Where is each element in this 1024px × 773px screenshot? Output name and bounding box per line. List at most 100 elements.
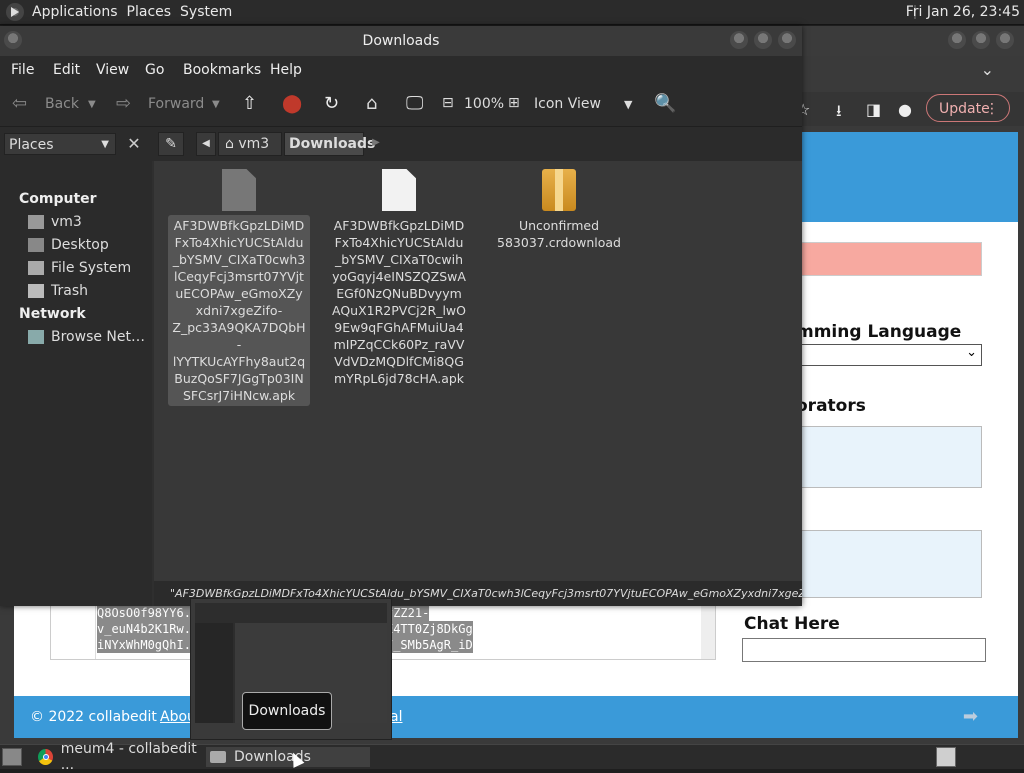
window-title: Downloads: [362, 33, 440, 49]
trash-icon: [28, 284, 44, 298]
menu-edit[interactable]: Edit: [53, 62, 80, 78]
computer-icon[interactable]: 🖵: [406, 93, 423, 114]
search-icon[interactable]: 🔍: [654, 93, 676, 114]
editor-gutter: [51, 603, 96, 659]
file-item[interactable]: AF3DWBfkGpzLDiMDFxTo4XhicYUCStAldu_bYSMV…: [168, 169, 310, 406]
sidebar-item-browse-network[interactable]: Browse Net…: [28, 329, 145, 345]
editor-scrollbar[interactable]: [701, 603, 715, 659]
sidebar-item-label: Desktop: [51, 237, 109, 253]
reload-icon[interactable]: ↻: [324, 93, 339, 114]
taskbar-item-label: meum4 - collabedit ...: [60, 741, 197, 773]
sidebar-places-select[interactable]: Places ▼: [4, 133, 116, 155]
file-manager-window: Downloads File Edit View Go Bookmarks He…: [0, 26, 802, 606]
trash-applet-icon[interactable]: [936, 747, 956, 767]
desktop-icon: [28, 238, 44, 252]
maximize-icon[interactable]: [972, 31, 990, 49]
zoom-in-icon[interactable]: ⊞: [508, 95, 520, 111]
close-sidebar-icon[interactable]: ✕: [124, 133, 144, 155]
forward-arrow-icon[interactable]: ⇨: [116, 93, 131, 114]
minimize-icon[interactable]: [948, 31, 966, 49]
sidebar-item-label: Trash: [51, 283, 88, 299]
chat-box: [784, 530, 982, 598]
web-footer: © 2022 collabedit Abou al ➡: [14, 696, 1018, 738]
forward-button[interactable]: Forward: [148, 96, 204, 112]
back-history-dropdown-icon[interactable]: ▼: [88, 99, 96, 110]
applications-logo-icon[interactable]: [6, 3, 24, 21]
name-input[interactable]: [794, 242, 982, 276]
minimize-icon[interactable]: [730, 31, 748, 49]
forward-history-dropdown-icon[interactable]: ▼: [212, 99, 220, 110]
sidebar-section-computer: Computer: [19, 191, 97, 207]
menu-places[interactable]: Places: [127, 4, 181, 20]
bottom-panel: meum4 - collabedit ... Downloads: [0, 741, 1024, 773]
update-label: Update: [939, 101, 990, 117]
view-mode-dropdown-icon[interactable]: ▼: [624, 98, 632, 111]
network-icon: [28, 330, 44, 344]
sidebar-icon[interactable]: ◨: [866, 100, 881, 119]
menu-help[interactable]: Help: [270, 62, 302, 78]
language-select[interactable]: xt ⌄: [784, 344, 982, 366]
top-panel: Applications Places System Fri Jan 26, 2…: [0, 0, 1024, 25]
menu-bookmarks[interactable]: Bookmarks: [183, 62, 261, 78]
downloads-icon[interactable]: ⭳: [836, 100, 842, 127]
apk-file-icon: [222, 169, 256, 211]
edit-location-icon[interactable]: ✎: [158, 132, 184, 156]
show-desktop-icon[interactable]: [2, 748, 22, 766]
sidebar-item-desktop[interactable]: Desktop: [28, 237, 109, 253]
copyright-text: © 2022 collabedit: [30, 709, 157, 725]
collaborators-label: orators: [796, 396, 866, 416]
sidebar-item-vm3[interactable]: vm3: [28, 214, 82, 230]
apk-file-icon: [382, 169, 416, 211]
file-name: AF3DWBfkGpzLDiMDFxTo4XhicYUCStAldu_bYSMV…: [332, 218, 466, 386]
select-arrow-icon: ⌄: [966, 345, 977, 360]
path-vm3-button[interactable]: ⌂ vm3: [218, 132, 282, 156]
chat-input[interactable]: [742, 638, 986, 662]
menu-applications[interactable]: Applications: [32, 4, 127, 20]
sidebar-item-label: vm3: [51, 214, 82, 230]
taskbar-item-browser[interactable]: meum4 - collabedit ...: [38, 741, 202, 773]
file-item[interactable]: Unconfirmed 583037.crdownload: [488, 169, 630, 253]
arrow-right-icon[interactable]: ➡: [963, 706, 978, 727]
file-item[interactable]: AF3DWBfkGpzLDiMDFxTo4XhicYUCStAldu_bYSMV…: [328, 169, 470, 389]
clock[interactable]: Fri Jan 26, 23:45: [906, 0, 1020, 24]
maximize-icon[interactable]: [754, 31, 772, 49]
package-icon: [542, 169, 576, 211]
update-button[interactable]: Update ⋮: [926, 94, 1010, 122]
chrome-icon: [38, 749, 53, 765]
menu-view[interactable]: View: [96, 62, 129, 78]
file-icon-view[interactable]: AF3DWBfkGpzLDiMDFxTo4XhicYUCStAldu_bYSMV…: [154, 161, 802, 581]
up-arrow-icon[interactable]: ⇧: [242, 93, 257, 114]
path-downloads-button[interactable]: Downloads: [284, 132, 375, 156]
file-name: AF3DWBfkGpzLDiMDFxTo4XhicYUCStAldu_bYSMV…: [168, 215, 310, 406]
chat-here-label: Chat Here: [744, 614, 840, 634]
menu-file[interactable]: File: [11, 62, 34, 78]
fm-titlebar[interactable]: Downloads: [0, 26, 802, 56]
sidebar-item-file-system[interactable]: File System: [28, 260, 131, 276]
collaborators-box: [784, 426, 982, 488]
folder-icon: [210, 751, 226, 763]
menu-system[interactable]: System: [180, 4, 241, 20]
zoom-level: 100%: [464, 96, 505, 112]
back-arrow-icon[interactable]: ⇦: [12, 93, 27, 114]
home-icon: ⌂: [225, 136, 234, 152]
zoom-out-icon[interactable]: ⊟: [442, 95, 454, 111]
back-button[interactable]: Back: [45, 96, 79, 112]
profile-icon[interactable]: ●: [898, 100, 912, 119]
fm-location-bar: Places ▼ ✕ ✎ ◀ ⌂ vm3 Downloads ▶: [0, 127, 802, 161]
view-mode-select[interactable]: Icon View: [534, 96, 601, 112]
menu-go[interactable]: Go: [145, 62, 164, 78]
chevron-down-icon[interactable]: ⌄: [981, 60, 994, 79]
more-menu-icon[interactable]: ⋮: [985, 95, 999, 123]
sidebar-item-trash[interactable]: Trash: [28, 283, 88, 299]
home-folder-icon: [28, 215, 44, 229]
path-right-icon[interactable]: ▶: [368, 132, 384, 156]
sidebar-places-label: Places: [9, 137, 54, 153]
sidebar-item-label: File System: [51, 260, 132, 276]
chevron-down-icon: ▼: [101, 139, 109, 150]
close-icon[interactable]: [996, 31, 1014, 49]
close-icon[interactable]: [778, 31, 796, 49]
path-left-icon[interactable]: ◀: [196, 132, 216, 156]
stop-icon[interactable]: ⬤: [282, 93, 302, 114]
home-icon[interactable]: ⌂: [366, 93, 377, 114]
file-name: Unconfirmed 583037.crdownload: [497, 218, 621, 250]
